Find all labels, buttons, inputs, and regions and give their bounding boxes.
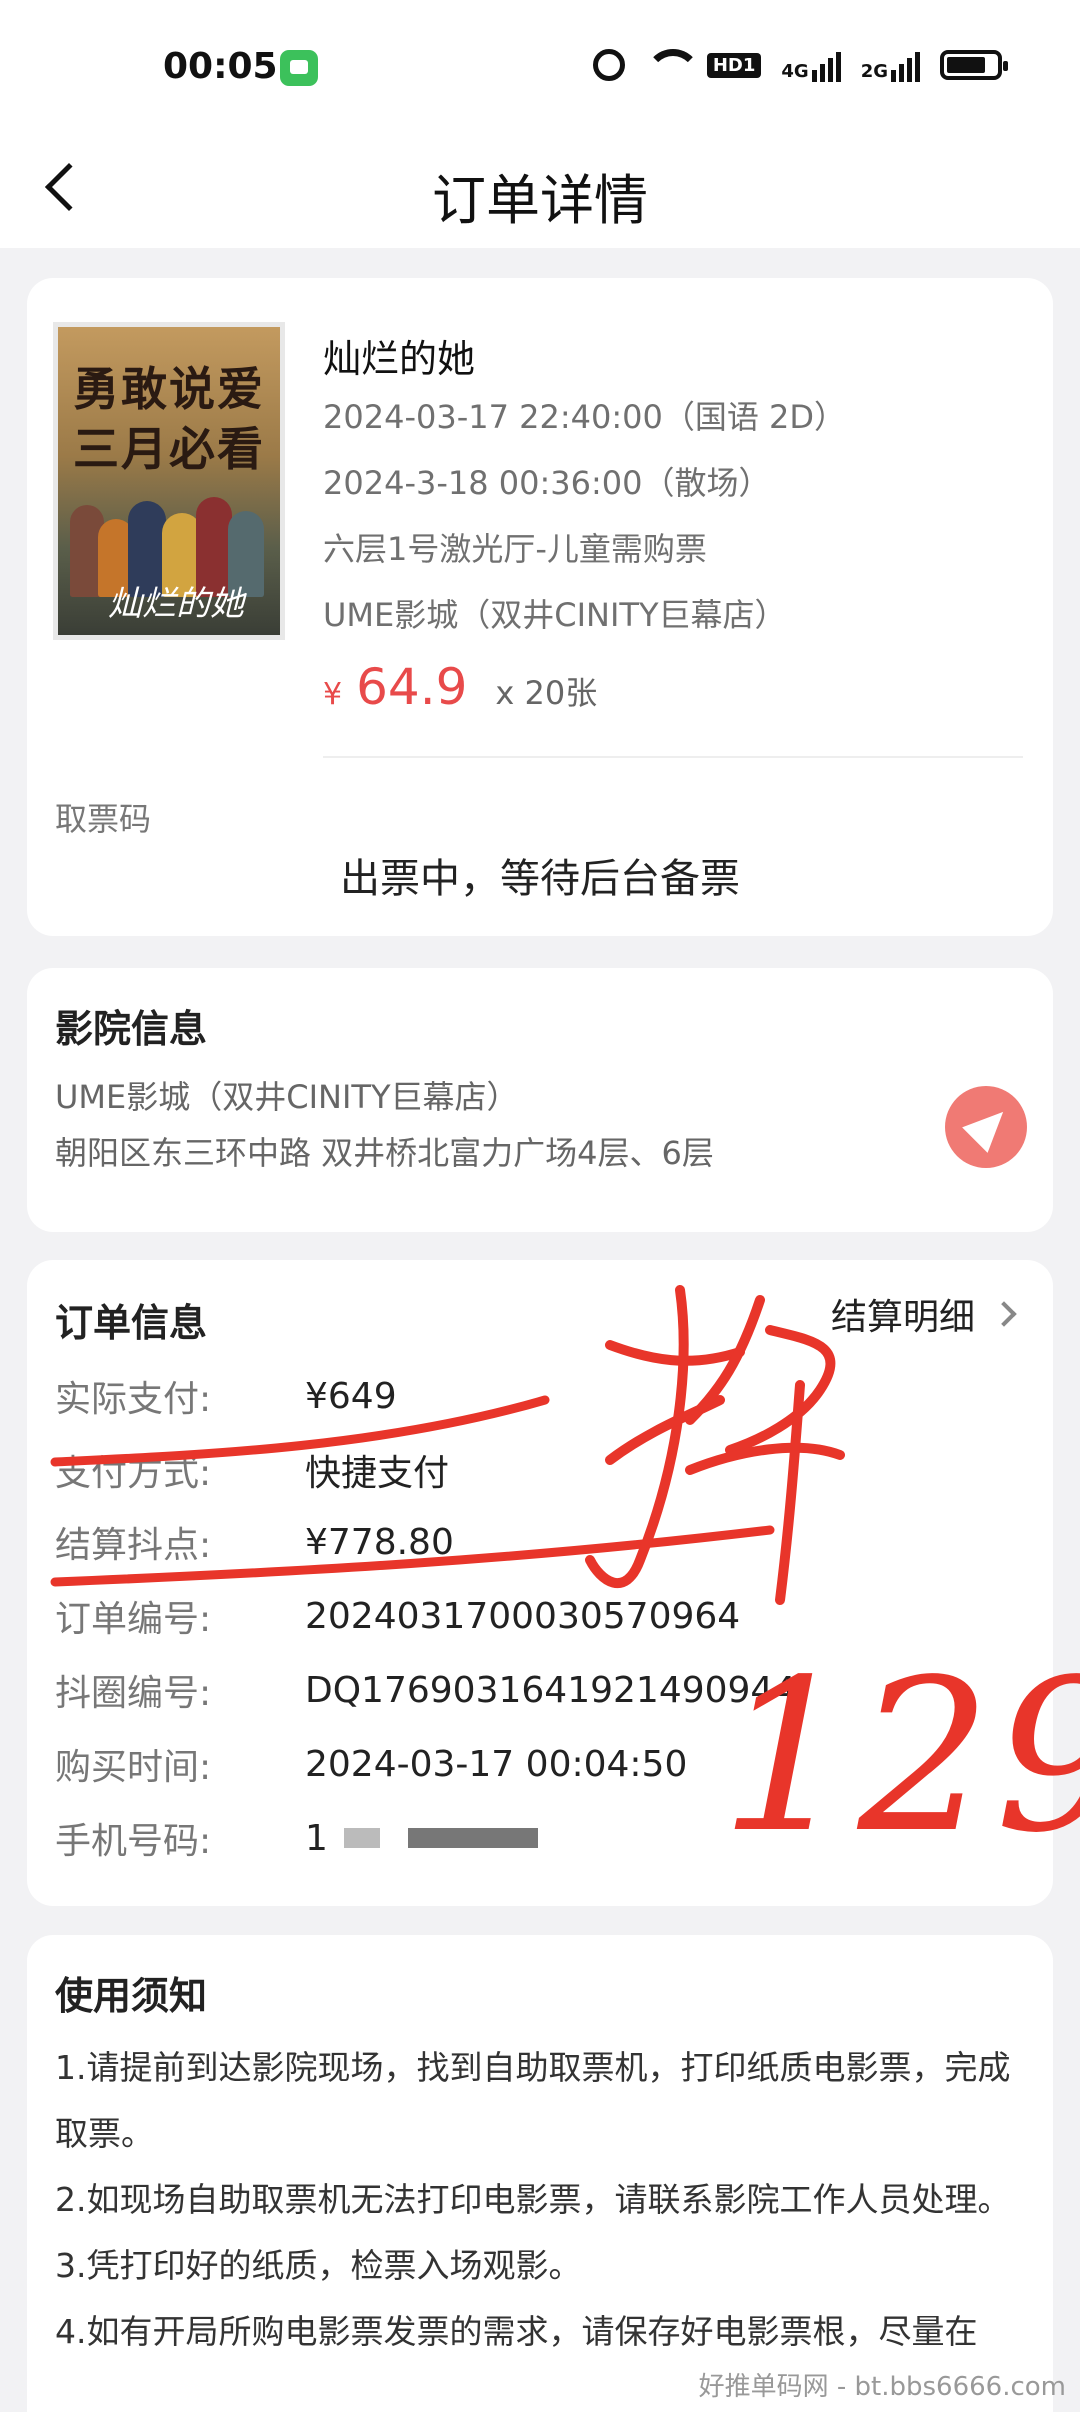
hall-name: 六层1号激光厅-儿童需购票 [323, 530, 707, 568]
movie-title: 灿烂的她 [323, 337, 476, 381]
divider [323, 756, 1023, 758]
status-icons: HD1 4G 2G [592, 48, 1008, 82]
ticket-status: 出票中，等待后台备票 [340, 856, 740, 902]
notice-item: 3.凭打印好的纸质，检票入场观影。 [55, 2246, 582, 2285]
currency-symbol: ¥ [323, 677, 343, 712]
movie-poster[interactable]: 勇敢说爱 三月必看 灿烂的她 [53, 322, 285, 640]
poster-tagline: 勇敢说爱 [73, 362, 265, 416]
section-title-notice: 使用须知 [55, 1974, 208, 2018]
order-row: 手机号码: 1 [55, 1812, 538, 1864]
settlement-details-label: 结算明细 [830, 1297, 975, 1338]
row-value: 快捷支付 [305, 1453, 450, 1494]
hd-voice-icon: HD1 [706, 52, 762, 78]
phone-number-masked: 1 [305, 1818, 538, 1859]
settlement-details-link[interactable]: 结算明细 [830, 1288, 1017, 1340]
page-title: 订单详情 [432, 169, 648, 232]
status-bar: 00:05 HD1 4G 2G [0, 0, 1080, 130]
row-label: 购买时间: [55, 1747, 212, 1788]
cinema-info-name: UME影城（双井CINITY巨幕店） [55, 1078, 519, 1116]
movie-info: 灿烂的她 2024-03-17 22:40:00（国语 2D） 2024-3-1… [323, 328, 846, 648]
signal-2g-icon: 2G [861, 48, 920, 82]
cinema-name: UME影城（双井CINITY巨幕店） [323, 596, 787, 634]
handwritten-number: 129 [720, 1634, 1080, 1879]
mask-block [343, 1828, 380, 1848]
movie-order-card: 勇敢说爱 三月必看 灿烂的她 灿烂的她 2024-03-17 22:40:00（… [27, 278, 1053, 936]
section-title-order: 订单信息 [55, 1301, 208, 1345]
section-title-cinema: 影院信息 [55, 1007, 208, 1051]
watermark: 好推单码网 - bt.bbs6666.com [698, 2372, 1066, 2402]
row-label: 抖圈编号: [55, 1673, 212, 1714]
row-label: 订单编号: [55, 1599, 212, 1640]
nav-bar: 订单详情 [0, 130, 1080, 248]
status-time: 00:05 [163, 46, 278, 87]
order-row: 抖圈编号: DQ1769031641921490944 [55, 1664, 796, 1716]
row-value: 2024-03-17 00:04:50 [305, 1743, 688, 1785]
mask-block [407, 1828, 538, 1848]
order-row: 实际支付: ¥649 [55, 1370, 397, 1422]
navigate-icon[interactable] [945, 1086, 1027, 1168]
signal-4g-icon: 4G [781, 48, 841, 82]
battery-icon [940, 50, 1008, 80]
alarm-icon [592, 49, 625, 81]
cinema-info-card: 影院信息 UME影城（双井CINITY巨幕店） 朝阳区东三环中路 双井桥北富力广… [27, 968, 1053, 1232]
notice-list: 1.请提前到达影院现场，找到自助取票机，打印纸质电影票，完成取票。 2.如现场自… [55, 2035, 1025, 2365]
order-row: 购买时间: 2024-03-17 00:04:50 [55, 1738, 687, 1790]
order-row: 结算抖点: ¥778.80 [55, 1516, 454, 1568]
price-row: ¥ 64.9 x 20张 [323, 658, 597, 716]
wifi-icon [644, 49, 701, 81]
poster-title: 灿烂的她 [108, 584, 244, 624]
notice-item: 1.请提前到达影院现场，找到自助取票机，打印纸质电影票，完成取票。 [55, 2048, 1011, 2153]
ticket-quantity: x 20张 [495, 674, 598, 712]
order-row: 支付方式: 快捷支付 [55, 1444, 449, 1496]
row-label: 结算抖点: [55, 1525, 212, 1566]
show-time: 2024-03-17 22:40:00（国语 2D） [323, 398, 847, 436]
row-value: ¥649 [305, 1375, 397, 1417]
row-label: 支付方式: [55, 1453, 212, 1494]
row-value: ¥778.80 [305, 1521, 454, 1563]
row-value: 2024031700030570964 [305, 1595, 741, 1637]
ticket-code-label: 取票码 [55, 800, 152, 838]
unit-price: 64.9 [356, 658, 468, 716]
notice-item: 4.如有开局所购电影票发票的需求，请保存好电影票根，尽量在 [55, 2312, 978, 2351]
cinema-address: 朝阳区东三环中路 双井桥北富力广场4层、6层 [55, 1134, 714, 1172]
notice-item: 2.如现场自助取票机无法打印电影票，请联系影院工作人员处理。 [55, 2180, 1011, 2219]
end-time: 2024-3-18 00:36:00（散场） [323, 464, 771, 502]
row-label: 实际支付: [55, 1379, 212, 1420]
order-row: 订单编号: 2024031700030570964 [55, 1590, 740, 1642]
row-label: 手机号码: [55, 1821, 212, 1862]
usage-notice-card: 使用须知 1.请提前到达影院现场，找到自助取票机，打印纸质电影票，完成取票。 2… [27, 1935, 1053, 2412]
poster-tagline-2: 三月必看 [73, 422, 265, 476]
chevron-right-icon [991, 1301, 1017, 1327]
message-notification-icon [280, 50, 318, 86]
